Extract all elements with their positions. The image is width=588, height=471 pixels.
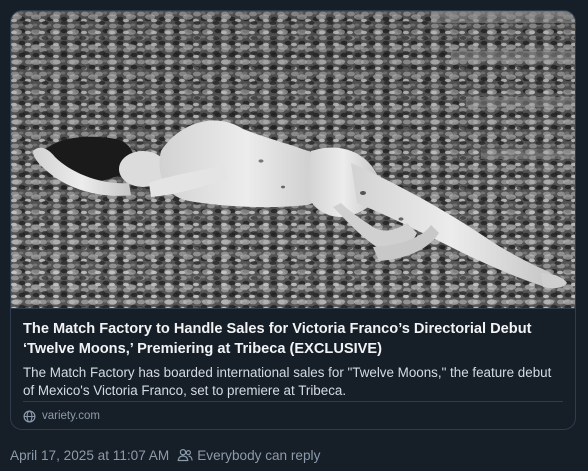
link-preview-body[interactable]: The Match Factory to Handle Sales for Vi… bbox=[11, 308, 575, 429]
reply-settings-label: Everybody can reply bbox=[197, 447, 321, 463]
post-meta: April 17, 2025 at 11:07 AM Everybody can… bbox=[10, 444, 320, 466]
link-preview-card[interactable]: The Match Factory to Handle Sales for Vi… bbox=[10, 10, 576, 430]
post-view: The Match Factory to Handle Sales for Vi… bbox=[0, 0, 588, 471]
reply-settings[interactable]: Everybody can reply bbox=[177, 448, 320, 463]
link-preview-domain: variety.com bbox=[42, 410, 100, 422]
film-still-image bbox=[11, 11, 575, 308]
link-preview-description: The Match Factory has boarded internatio… bbox=[23, 365, 552, 398]
post-timestamp[interactable]: April 17, 2025 at 11:07 AM bbox=[10, 448, 169, 463]
link-preview-title[interactable]: The Match Factory to Handle Sales for Vi… bbox=[23, 319, 563, 359]
people-icon bbox=[177, 448, 193, 462]
link-preview-image[interactable] bbox=[11, 11, 575, 308]
link-preview-source[interactable]: variety.com bbox=[23, 401, 563, 428]
globe-icon bbox=[23, 409, 36, 423]
